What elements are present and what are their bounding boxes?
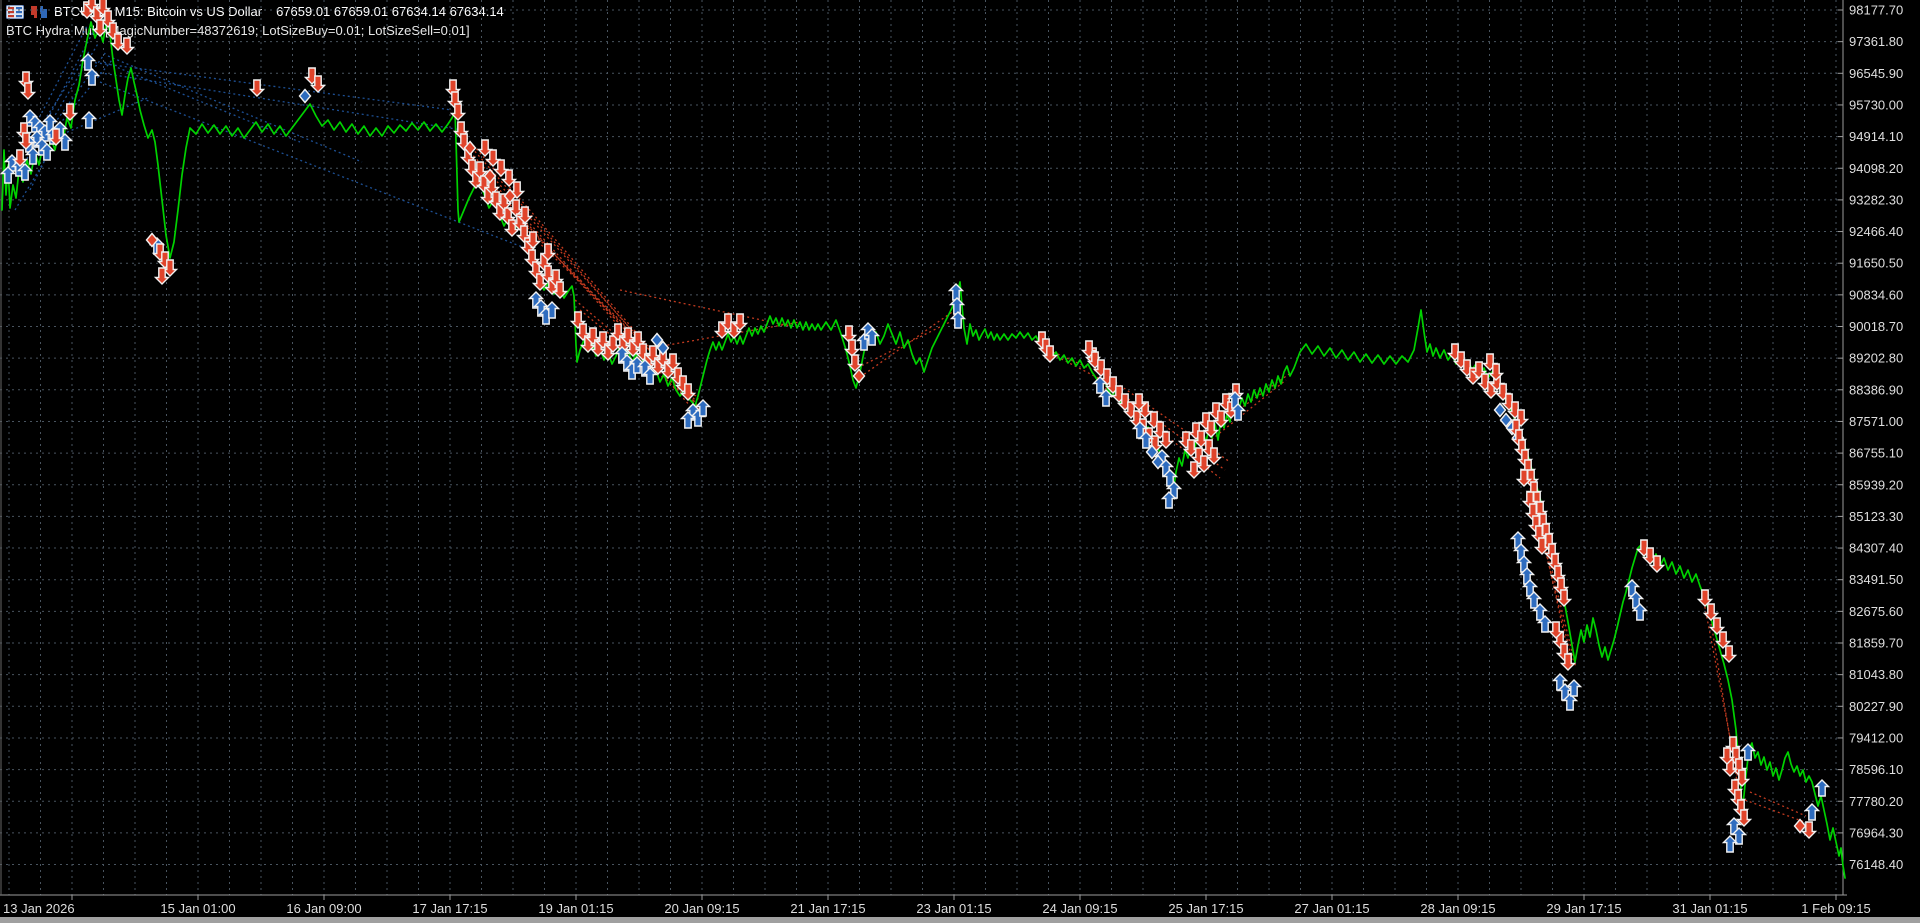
buy-trade-line — [103, 61, 301, 143]
price-axis-label: 90834.60 — [1849, 287, 1903, 302]
price-axis-label: 88386.90 — [1849, 382, 1903, 397]
trade-markers — [0, 0, 1831, 853]
price-axis-label: 93282.30 — [1849, 192, 1903, 207]
buy-arrow-marker — [83, 68, 101, 86]
time-axis-label: 29 Jan 17:15 — [1546, 901, 1621, 916]
price-axis-label: 81859.70 — [1849, 636, 1903, 651]
price-axis-label: 94098.20 — [1849, 161, 1903, 176]
time-axis-label: 28 Jan 09:15 — [1420, 901, 1495, 916]
time-axis-label: 17 Jan 17:15 — [412, 901, 487, 916]
price-axis-label: 95730.00 — [1849, 97, 1903, 112]
price-axis-label: 81043.80 — [1849, 667, 1903, 682]
price-axis-label: 92466.40 — [1849, 224, 1903, 239]
time-axis-label: 21 Jan 17:15 — [790, 901, 865, 916]
time-axis[interactable]: 13 Jan 2026 15 Jan 01:00 16 Jan 09:00 17 Ja… — [3, 895, 1871, 916]
price-axis-label: 90018.70 — [1849, 319, 1903, 334]
price-axis-label: 96545.90 — [1849, 66, 1903, 81]
sell-arrow-marker — [248, 79, 266, 97]
price-axis-label: 87571.00 — [1849, 414, 1903, 429]
time-axis-label: 20 Jan 09:15 — [664, 901, 739, 916]
price-axis-label: 91650.50 — [1849, 256, 1903, 271]
trade-connection-lines — [13, 23, 1811, 825]
time-axis-label: 19 Jan 01:15 — [538, 901, 613, 916]
time-axis-label: 25 Jan 17:15 — [1168, 901, 1243, 916]
price-axis-label: 77780.20 — [1849, 794, 1903, 809]
price-line — [1, 17, 1846, 879]
price-axis-label: 84307.40 — [1849, 541, 1903, 556]
price-axis-label: 85939.20 — [1849, 477, 1903, 492]
price-axis-label: 79412.00 — [1849, 730, 1903, 745]
mt4-chart-window: BTCUSD, M15: Bitcoin vs US Dollar 67659.… — [0, 0, 1920, 923]
time-axis-label: 13 Jan 2026 — [3, 901, 75, 916]
time-axis-label: 16 Jan 09:00 — [286, 901, 361, 916]
time-axis-label: 1 Feb 09:15 — [1801, 901, 1870, 916]
price-axis-label: 85123.30 — [1849, 509, 1903, 524]
price-axis-label: 89202.80 — [1849, 351, 1903, 366]
time-axis-label: 15 Jan 01:00 — [160, 901, 235, 916]
price-axis-label: 97361.80 — [1849, 34, 1903, 49]
chart-canvas[interactable]: 98177.70 97361.80 96545.90 95730.00 94914.10… — [0, 0, 1920, 923]
sell-arrow-marker — [1720, 645, 1738, 663]
buy-arrow-marker — [80, 111, 98, 129]
buy-arrow-marker — [1813, 779, 1831, 797]
price-axis-label: 76148.40 — [1849, 857, 1903, 872]
price-axis-label: 82675.60 — [1849, 604, 1903, 619]
time-axis-label: 31 Jan 01:15 — [1672, 901, 1747, 916]
buy-trade-line — [89, 61, 453, 111]
price-axis-label: 98177.70 — [1849, 3, 1903, 18]
buy-arrow-marker — [1721, 835, 1739, 853]
buy-arrow-marker — [1803, 803, 1821, 821]
price-axis-label: 83491.50 — [1849, 572, 1903, 587]
time-axis-label: 23 Jan 01:15 — [916, 901, 991, 916]
price-axis-label: 78596.10 — [1849, 762, 1903, 777]
buy-trade-line — [94, 71, 463, 131]
price-axis-label: 76964.30 — [1849, 825, 1903, 840]
time-axis-label: 24 Jan 09:15 — [1042, 901, 1117, 916]
window-bottom-edge — [0, 917, 1920, 923]
sell-diamond-marker — [1793, 818, 1807, 834]
price-axis-label: 80227.90 — [1849, 699, 1903, 714]
sell-trade-line — [1701, 591, 1745, 811]
time-axis-label: 27 Jan 01:15 — [1294, 901, 1369, 916]
price-axis-label: 86755.10 — [1849, 446, 1903, 461]
price-axis-label: 94914.10 — [1849, 129, 1903, 144]
